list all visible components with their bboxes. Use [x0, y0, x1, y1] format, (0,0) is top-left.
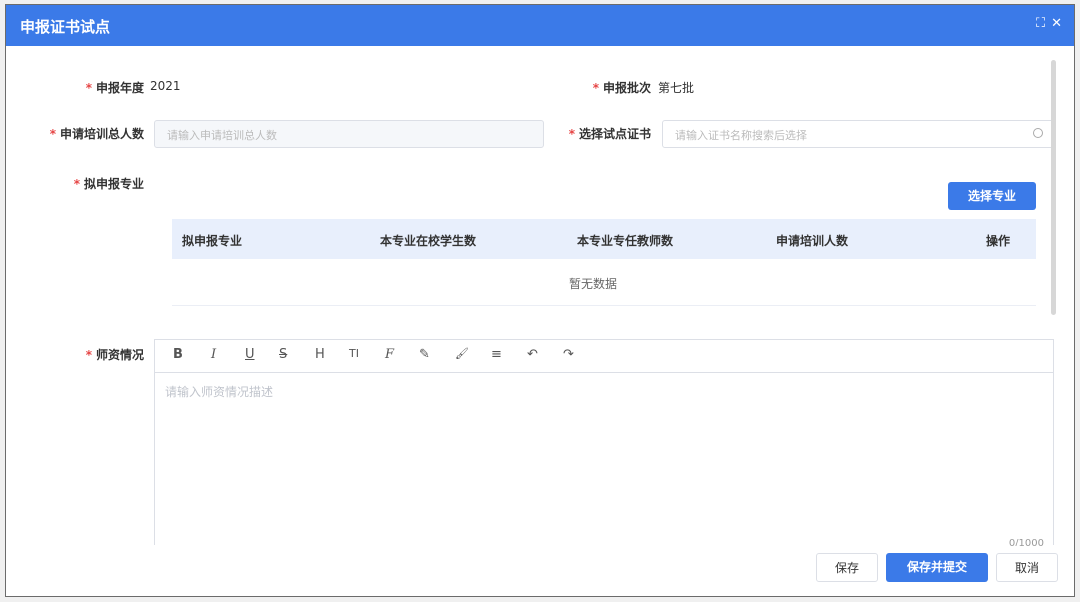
required-mark: * — [73, 177, 80, 191]
dialog-footer: 保存 保存并提交 取消 — [6, 546, 1074, 596]
editor-toolbar: B I U S H TI F ✎ 🖌 ≡ ↶ ↷ — [155, 340, 1053, 373]
certificate-search-input[interactable]: 请输入证书名称搜索后选择 — [662, 120, 1054, 148]
window-controls: ⛶ ✕ — [1036, 16, 1062, 31]
save-button[interactable]: 保存 — [816, 553, 878, 582]
save-submit-button[interactable]: 保存并提交 — [886, 553, 988, 582]
vertical-scrollbar[interactable] — [1051, 60, 1056, 315]
apply-certificate-dialog: 申报证书试点 ⛶ ✕ * 申报年度 2021 * 申报批次 第七批 * 申请培训总人数… — [5, 4, 1075, 597]
align-icon[interactable]: ≡ — [491, 347, 502, 362]
column-header: 本专业在校学生数 — [380, 234, 477, 248]
strikethrough-icon[interactable]: S — [279, 347, 287, 362]
select-major-button[interactable]: 选择专业 — [948, 182, 1036, 210]
editor-placeholder: 请输入师资情况描述 — [165, 385, 274, 399]
underline-icon[interactable]: U — [245, 347, 255, 362]
trainees-input[interactable]: 请输入申请培训总人数 — [154, 120, 544, 148]
certificate-label: * 选择试点证书 — [568, 127, 651, 141]
table-empty-row: 暂无数据 — [172, 259, 1036, 306]
cancel-button[interactable]: 取消 — [996, 553, 1058, 582]
batch-value: 第七批 — [658, 81, 695, 95]
required-mark: * — [592, 81, 599, 95]
batch-label: * 申报批次 — [592, 81, 651, 95]
column-header: 操作 — [986, 234, 1011, 248]
redo-icon[interactable]: ↷ — [563, 347, 574, 362]
major-table-header: 拟申报专业 本专业在校学生数 本专业专任教师数 申请培训人数 操作 — [172, 219, 1036, 259]
dialog-title: 申报证书试点 — [20, 18, 111, 36]
empty-text: 暂无数据 — [569, 277, 618, 291]
teachers-label: * 师资情况 — [85, 348, 144, 362]
certificate-placeholder: 请输入证书名称搜索后选择 — [675, 129, 807, 142]
column-header: 申请培训人数 — [776, 234, 849, 248]
required-mark: * — [49, 127, 56, 141]
required-mark: * — [85, 348, 92, 362]
dialog-body: * 申报年度 2021 * 申报批次 第七批 * 申请培训总人数 请输入申请培训总人数… — [24, 57, 1058, 545]
required-mark: * — [85, 81, 92, 95]
font-size-icon[interactable]: TI — [349, 347, 359, 360]
maximize-icon[interactable]: ⛶ — [1036, 16, 1045, 31]
year-value: 2021 — [150, 79, 181, 93]
trainees-label: * 申请培训总人数 — [49, 127, 144, 141]
font-family-icon[interactable]: F — [385, 347, 394, 362]
undo-icon[interactable]: ↶ — [527, 347, 538, 362]
rich-text-editor[interactable]: B I U S H TI F ✎ 🖌 ≡ ↶ ↷ 请输入师资情况描述 — [154, 339, 1054, 545]
bold-icon[interactable]: B — [173, 347, 183, 362]
search-icon — [1033, 128, 1043, 138]
dialog-titlebar: 申报证书试点 ⛶ ✕ — [6, 5, 1074, 46]
column-header: 本专业专任教师数 — [577, 234, 674, 248]
heading-icon[interactable]: H — [315, 347, 325, 362]
year-label: * 申报年度 — [85, 81, 144, 95]
column-header: 拟申报专业 — [182, 234, 243, 248]
italic-icon[interactable]: I — [211, 347, 216, 362]
brush-icon[interactable]: 🖌 — [455, 347, 469, 360]
pen-icon[interactable]: ✎ — [419, 347, 430, 362]
close-icon[interactable]: ✕ — [1051, 16, 1062, 31]
major-label: * 拟申报专业 — [73, 177, 144, 191]
required-mark: * — [568, 127, 575, 141]
